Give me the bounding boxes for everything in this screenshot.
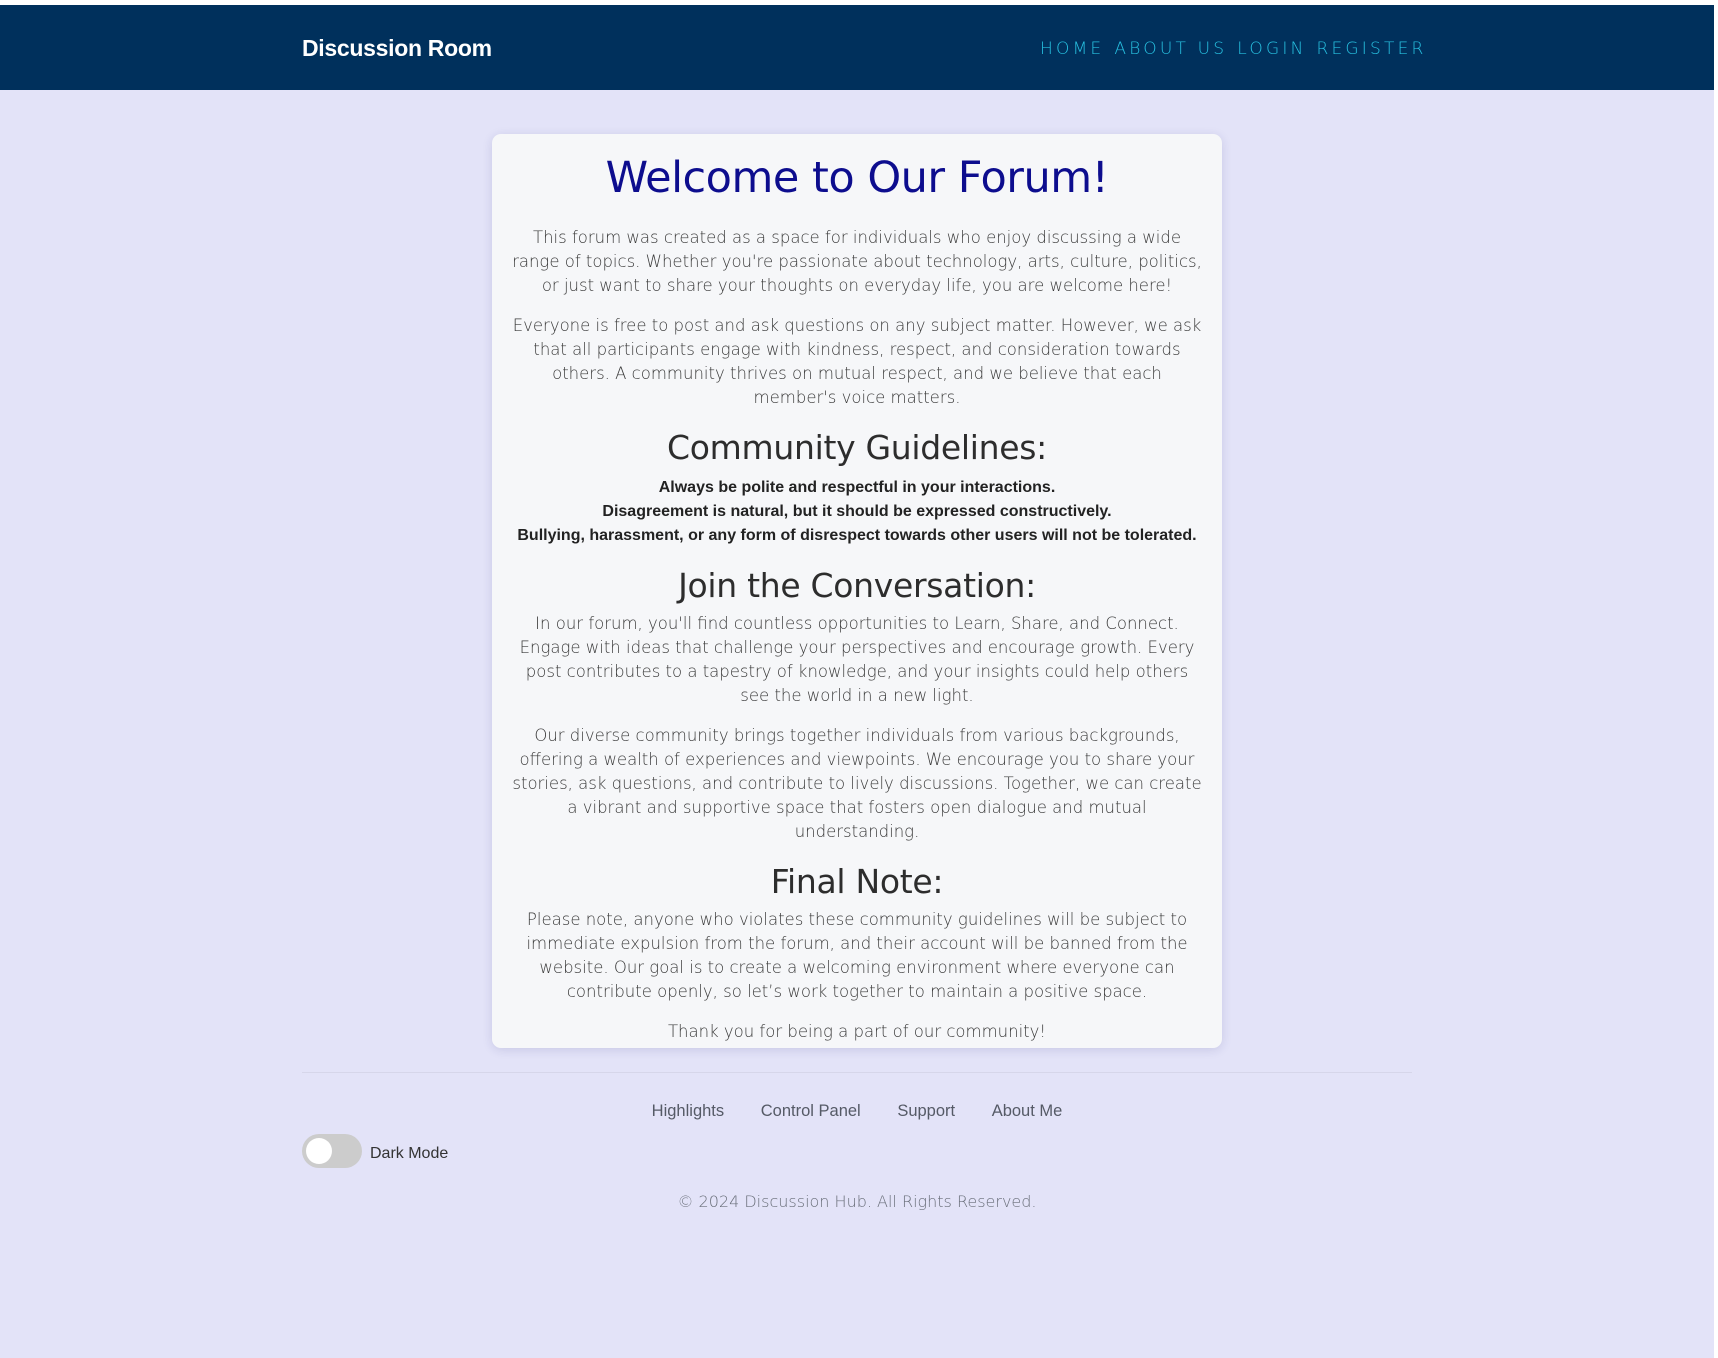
thank-you-text: Thank you for being a part of our commun… <box>667 1022 1047 1041</box>
dark-mode-label: Dark Mode <box>370 1145 449 1162</box>
guideline-item: Disagreement is natural, but it should b… <box>602 503 1112 520</box>
copyright-text: © 2024 Discussion Hub. All Rights Reserv… <box>677 1192 1037 1211</box>
footer-link-highlights[interactable]: Highlights <box>652 1102 724 1120</box>
nav-register[interactable]: REGISTER <box>1316 39 1426 59</box>
footer-nav: Highlights Control Panel Support About M… <box>0 1102 1714 1121</box>
brand-logo[interactable]: Discussion Room <box>302 35 492 62</box>
join-paragraph-2: Our diverse community brings together in… <box>512 726 1202 841</box>
site-header: Discussion Room HOME ABOUT US LOGIN REGI… <box>0 5 1714 90</box>
guideline-item: Always be polite and respectful in your … <box>658 479 1056 496</box>
nav-about-us[interactable]: ABOUT US <box>1114 39 1227 59</box>
join-heading: Join the Conversation: <box>678 566 1036 605</box>
final-note-paragraph: Please note, anyone who violates these c… <box>526 910 1188 1001</box>
final-note-heading: Final Note: <box>770 862 944 901</box>
page-title: Welcome to Our Forum! <box>605 153 1109 203</box>
intro-paragraph-2: Everyone is free to post and ask questio… <box>512 316 1202 407</box>
main-nav: HOME ABOUT US LOGIN REGISTER <box>1040 39 1437 59</box>
guideline-item: Bullying, harassment, or any form of dis… <box>517 527 1197 544</box>
dark-mode-toggle[interactable] <box>302 1134 362 1168</box>
nav-login[interactable]: LOGIN <box>1237 39 1306 59</box>
footer-link-control-panel[interactable]: Control Panel <box>761 1102 861 1120</box>
join-paragraph-1: In our forum, you'll find countless oppo… <box>519 614 1195 705</box>
intro-paragraph-1: This forum was created as a space for in… <box>512 228 1202 295</box>
guidelines-heading: Community Guidelines: <box>667 428 1047 467</box>
welcome-card: Welcome to Our Forum! This forum was cre… <box>492 134 1222 1048</box>
footer-link-support[interactable]: Support <box>897 1102 955 1120</box>
scrollbar-track <box>1714 0 1718 1358</box>
toggle-knob <box>306 1138 332 1164</box>
footer-link-about-me[interactable]: About Me <box>992 1102 1063 1120</box>
footer-divider <box>302 1072 1412 1073</box>
nav-home[interactable]: HOME <box>1040 39 1104 59</box>
guidelines-list: Always be polite and respectful in your … <box>510 476 1204 548</box>
